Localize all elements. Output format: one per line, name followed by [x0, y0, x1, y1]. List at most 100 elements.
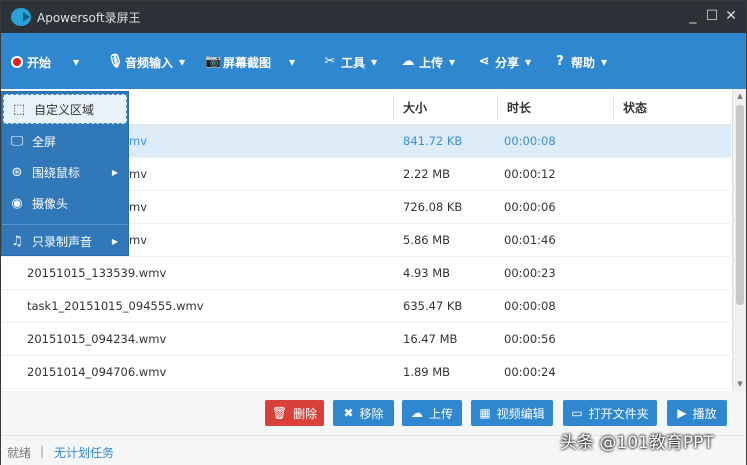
- submenu-arrow-icon: ▶: [111, 236, 118, 246]
- file-size: 841.72 KB: [403, 134, 463, 148]
- window-title: Apowersoft录屏王: [37, 11, 141, 25]
- music-note-icon: ♫: [11, 233, 23, 249]
- file-size: 1.89 MB: [403, 365, 451, 379]
- chevron-down-icon: ▼: [73, 57, 80, 67]
- menu-item-label: 只录制声音: [32, 234, 93, 249]
- minimize-button[interactable]: _: [685, 7, 701, 25]
- file-duration: 00:01:46: [504, 233, 556, 247]
- remove-button[interactable]: ✖ 移除: [333, 400, 394, 426]
- chevron-down-icon: ▼: [525, 57, 532, 67]
- camera-icon: 📷: [205, 54, 222, 69]
- scroll-down-icon[interactable]: ▼: [733, 377, 747, 391]
- app-window: Apowersoft录屏王 _ ☐ ✕ 开始 ▼ 🎙 音频输入 ▼ 📷 屏幕截图…: [0, 0, 747, 465]
- chevron-down-icon: ▼: [449, 57, 456, 67]
- file-duration: 00:00:24: [504, 365, 556, 379]
- play-button[interactable]: ▶ 播放: [667, 400, 727, 426]
- file-name: 20151014_094706.wmv: [27, 365, 167, 379]
- maximize-button[interactable]: ☐: [704, 7, 720, 25]
- folder-icon: ▭: [571, 406, 583, 420]
- share-button[interactable]: ⋖ 分享 ▼: [477, 51, 532, 73]
- video-edit-button[interactable]: ▦ 视频编辑: [471, 400, 553, 426]
- app-logo-icon: [11, 8, 31, 26]
- menu-item-label: 全屏: [32, 134, 57, 149]
- start-record-button[interactable]: 开始 ▼: [11, 51, 79, 73]
- close-button[interactable]: ✕: [723, 7, 739, 25]
- scheduled-tasks-link[interactable]: 无计划任务: [54, 444, 114, 461]
- file-name: mv: [129, 233, 148, 247]
- chevron-down-icon: ▼: [179, 57, 186, 67]
- file-size: 5.86 MB: [403, 233, 451, 247]
- open-folder-button[interactable]: ▭ 打开文件夹: [563, 400, 657, 426]
- upload-menu-button[interactable]: ☁ 上传 ▼: [401, 51, 456, 73]
- submenu-arrow-icon: ▶: [111, 167, 118, 177]
- cloud-upload-icon: ☁: [410, 406, 423, 420]
- scrollbar-thumb[interactable]: [736, 105, 744, 305]
- menu-item-around-mouse[interactable]: ⊛ 围绕鼠标 ▶: [2, 157, 128, 187]
- upload-label: 上传: [428, 406, 453, 421]
- menu-item-fullscreen[interactable]: 🖵 全屏: [2, 126, 128, 156]
- file-size: 2.22 MB: [403, 167, 451, 181]
- screenshot-button[interactable]: 📷 屏幕截图 ▼: [205, 51, 295, 73]
- menu-item-label: 自定义区域: [34, 102, 95, 117]
- upload-button[interactable]: ☁ 上传: [402, 400, 462, 426]
- file-name: 20151015_094234.wmv: [27, 332, 167, 346]
- table-row[interactable]: 20151014_094706.wmv 1.89 MB 00:00:24: [1, 356, 731, 389]
- menu-item-label: 摄像头: [32, 196, 69, 211]
- file-duration: 00:00:12: [504, 167, 556, 181]
- menu-divider: [2, 224, 128, 225]
- cloud-upload-icon: ☁: [401, 54, 415, 69]
- menu-item-custom-region[interactable]: ⬚ 自定义区域: [3, 94, 127, 124]
- column-divider: [613, 95, 614, 119]
- file-name: mv: [129, 167, 148, 181]
- start-label: 开始: [27, 55, 52, 70]
- file-name: mv: [129, 200, 148, 214]
- file-name: task1_20151015_094555.wmv: [27, 299, 204, 313]
- table-row[interactable]: 20151015_133539.wmv 4.93 MB 00:00:23: [1, 257, 731, 290]
- file-size: 16.47 MB: [403, 332, 458, 346]
- file-duration: 00:00:08: [504, 134, 556, 148]
- table-row[interactable]: task1_20151015_094555.wmv 635.47 KB 00:0…: [1, 290, 731, 323]
- file-name: mv: [129, 134, 148, 148]
- play-label: 播放: [692, 406, 717, 421]
- record-dot-icon: [11, 56, 23, 68]
- file-duration: 00:00:23: [504, 266, 556, 280]
- menu-item-webcam[interactable]: ◉ 摄像头: [2, 188, 128, 218]
- upload-menu-label: 上传: [419, 55, 444, 70]
- delete-label: 删除: [293, 406, 318, 421]
- column-header-status[interactable]: 状态: [623, 99, 647, 116]
- status-separator: |: [40, 444, 45, 458]
- video-edit-label: 视频编辑: [496, 406, 545, 421]
- audio-input-button[interactable]: 🎙 音频输入 ▼: [107, 51, 185, 73]
- tools-label: 工具: [341, 55, 366, 70]
- status-state: 就绪: [7, 446, 32, 460]
- tools-icon: ✂: [324, 54, 336, 69]
- file-name: 20151015_133539.wmv: [27, 266, 167, 280]
- help-label: 帮助: [571, 55, 596, 70]
- file-duration: 00:00:06: [504, 200, 556, 214]
- trash-icon: 🗑: [271, 406, 288, 420]
- delete-button[interactable]: 🗑 删除: [265, 400, 324, 426]
- remove-label: 移除: [359, 406, 384, 421]
- help-button[interactable]: ? 帮助 ▼: [553, 51, 607, 73]
- column-header-size[interactable]: 大小: [403, 99, 427, 116]
- play-icon: ▶: [677, 406, 687, 420]
- chevron-down-icon: ▼: [371, 57, 378, 67]
- vertical-scrollbar[interactable]: ▲ ▼: [732, 89, 746, 391]
- share-icon: ⋖: [478, 54, 490, 69]
- tools-button[interactable]: ✂ 工具 ▼: [323, 51, 378, 73]
- mouse-icon: ⊛: [11, 164, 23, 180]
- file-size: 635.47 KB: [403, 299, 463, 313]
- start-dropdown-menu: ⬚ 自定义区域 🖵 全屏 ⊛ 围绕鼠标 ▶ ◉ 摄像头 ♫ 只录制声音 ▶: [1, 91, 129, 256]
- scroll-up-icon[interactable]: ▲: [733, 89, 747, 103]
- help-icon: ?: [556, 54, 564, 69]
- column-divider: [497, 95, 498, 119]
- remove-icon: ✖: [343, 406, 354, 420]
- column-header-duration[interactable]: 时长: [507, 99, 531, 116]
- webcam-icon: ◉: [11, 195, 23, 211]
- screenshot-label: 屏幕截图: [223, 55, 272, 70]
- table-row[interactable]: 20151015_094234.wmv 16.47 MB 00:00:56: [1, 323, 731, 356]
- file-duration: 00:00:08: [504, 299, 556, 313]
- menu-item-audio-only[interactable]: ♫ 只录制声音 ▶: [2, 226, 128, 256]
- column-divider: [393, 95, 394, 119]
- main-toolbar: 开始 ▼ 🎙 音频输入 ▼ 📷 屏幕截图 ▼ ✂ 工具 ▼ ☁ 上传 ▼ ⋖ 分…: [1, 33, 746, 89]
